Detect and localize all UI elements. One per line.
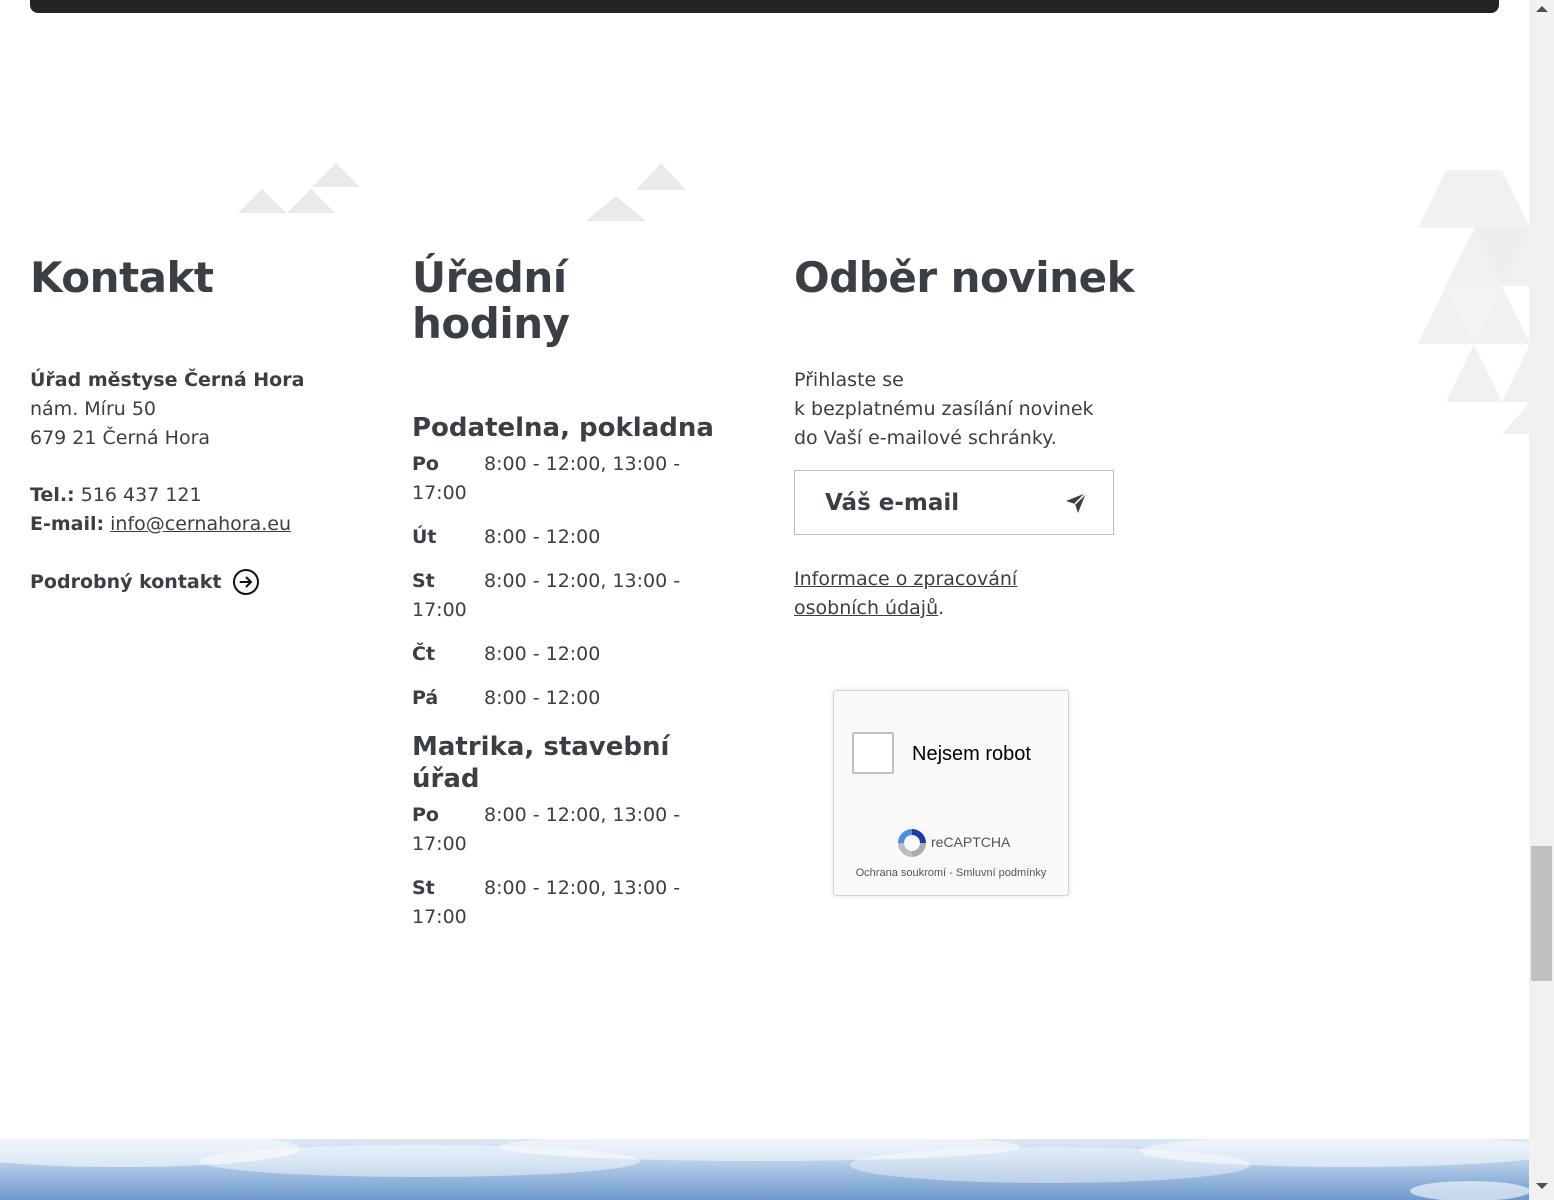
detailed-contact-link[interactable]: Podrobný kontakt: [30, 569, 370, 595]
scrollbar-thumb[interactable]: [1531, 846, 1552, 981]
hours-day: Čt: [412, 643, 436, 665]
email-label: E-mail:: [30, 513, 105, 535]
newsletter-intro-line: Přihlaste se: [794, 369, 904, 391]
hours-group-title: Matrika, stavební úřad: [412, 732, 670, 794]
hours-row: Po 8:00 - 12:00, 13:00 - 17:00: [412, 450, 732, 508]
hours-day: St: [412, 570, 435, 592]
hours-day: Pá: [412, 687, 439, 709]
hours-row: Čt 8:00 - 12:00: [412, 640, 732, 669]
recaptcha-label: Nejsem robot: [912, 743, 1031, 765]
top-dark-banner-edge: [30, 0, 1499, 13]
hours-day: Po: [412, 453, 439, 475]
office-hours-heading: Úřední hodiny: [412, 253, 570, 348]
hours-time: 8:00 - 12:00: [484, 687, 601, 709]
privacy-note: Informace o zpracování osobních údajů.: [794, 565, 1134, 623]
recaptcha-separator: -: [946, 867, 956, 879]
send-icon[interactable]: [1063, 490, 1089, 516]
detailed-contact-label: Podrobný kontakt: [30, 571, 222, 593]
scroll-down-arrow-icon[interactable]: [1536, 1183, 1548, 1189]
sky-clouds-graphic: [0, 1139, 1529, 1200]
hours-time: 8:00 - 12:00, 13:00 -: [484, 570, 681, 592]
hours-time-continued: 17:00: [412, 833, 467, 855]
newsletter-heading: Odběr novinek: [794, 253, 1135, 302]
hours-time-continued: 17:00: [412, 482, 467, 504]
recaptcha-terms-link[interactable]: Smluvní podmínky: [956, 867, 1046, 879]
hours-row: Pá 8:00 - 12:00: [412, 684, 732, 713]
hours-row: Po 8:00 - 12:00, 13:00 - 17:00: [412, 801, 732, 859]
recaptcha-privacy-link[interactable]: Ochrana soukromí: [856, 867, 946, 879]
hours-row: Út 8:00 - 12:00: [412, 523, 732, 552]
office-city: 679 21 Černá Hora: [30, 427, 211, 449]
office-hours-section: Úřední hodiny Podatelna, pokladna Po 8:0…: [412, 255, 732, 932]
scroll-up-arrow-icon[interactable]: [1536, 6, 1548, 12]
hours-group-title: Podatelna, pokladna: [412, 413, 714, 443]
office-street: nám. Míru 50: [30, 398, 157, 420]
contact-section: Kontakt Úřad městyse Černá Hora nám. Mír…: [30, 255, 370, 595]
hours-row: St 8:00 - 12:00, 13:00 - 17:00: [412, 874, 732, 932]
hours-time-continued: 17:00: [412, 599, 467, 621]
recaptcha-brand: reCAPTCHA: [931, 834, 1011, 850]
newsletter-intro-line: k bezplatnému zasílání novinek: [794, 398, 1094, 420]
page-viewport: Kontakt Úřad městyse Černá Hora nám. Mír…: [0, 0, 1529, 1200]
phone-value: 516 437 121: [80, 484, 202, 506]
recaptcha-checkbox[interactable]: [852, 732, 894, 774]
email-link[interactable]: info@cernahora.eu: [110, 513, 291, 535]
hours-time: 8:00 - 12:00: [484, 526, 601, 548]
hours-day: St: [412, 877, 435, 899]
privacy-info-link[interactable]: Informace o zpracování osobních údajů: [794, 568, 1017, 619]
decor-triangles-right: [1418, 170, 1529, 434]
email-placeholder: Váš e-mail: [825, 489, 960, 516]
hours-day: Út: [412, 526, 437, 548]
privacy-link-line2: osobních údajů: [794, 597, 939, 619]
decor-triangles-middle: [586, 163, 686, 221]
hours-day: Po: [412, 804, 439, 826]
phone-label: Tel.:: [30, 484, 75, 506]
privacy-link-line1: Informace o zpracování: [794, 568, 1018, 590]
recaptcha-widget: Nejsem robot reCAPTCHA Ochrana soukromí …: [833, 690, 1069, 896]
hours-row: St 8:00 - 12:00, 13:00 - 17:00: [412, 567, 732, 625]
contact-address: Úřad městyse Černá Hora nám. Míru 50 679…: [30, 366, 370, 453]
office-name: Úřad městyse Černá Hora: [30, 369, 305, 391]
phone-row: Tel.: 516 437 121: [30, 481, 370, 510]
hours-time-continued: 17:00: [412, 906, 467, 928]
contact-details: Tel.: 516 437 121 E-mail: info@cernahora…: [30, 481, 370, 539]
recaptcha-terms: Ochrana soukromí - Smluvní podmínky: [844, 867, 1058, 880]
recaptcha-logo-icon: [898, 829, 926, 857]
hours-time: 8:00 - 12:00, 13:00 -: [484, 877, 681, 899]
contact-heading: Kontakt: [30, 253, 214, 302]
vertical-scrollbar[interactable]: [1529, 0, 1554, 1200]
newsletter-email-field[interactable]: Váš e-mail: [794, 470, 1114, 535]
hours-time: 8:00 - 12:00, 13:00 -: [484, 804, 681, 826]
privacy-suffix: .: [938, 597, 945, 619]
newsletter-intro: Přihlaste se k bezplatnému zasílání novi…: [794, 366, 1134, 453]
newsletter-section: Odběr novinek Přihlaste se k bezplatnému…: [794, 253, 1135, 623]
newsletter-intro-line: do Vaší e-mailové schránky.: [794, 427, 1057, 449]
hours-time: 8:00 - 12:00, 13:00 -: [484, 453, 681, 475]
footer-sky-image: [0, 1139, 1529, 1200]
decor-triangles-left: [238, 163, 360, 213]
arrow-right-circle-icon: [233, 569, 260, 595]
hours-time: 8:00 - 12:00: [484, 643, 601, 665]
email-row: E-mail: info@cernahora.eu: [30, 510, 370, 539]
